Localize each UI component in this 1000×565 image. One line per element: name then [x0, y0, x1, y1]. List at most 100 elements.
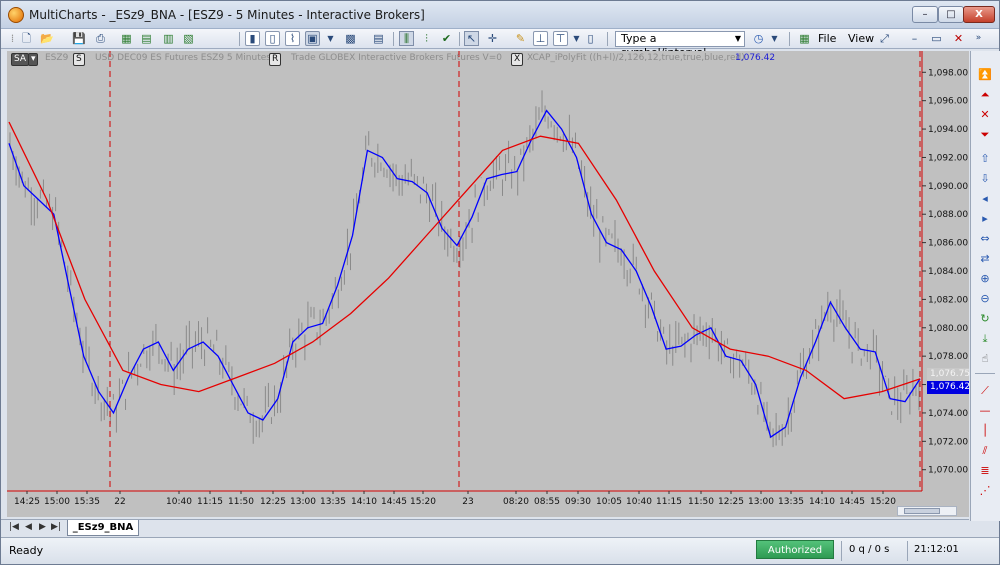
- x-tick-label: 14:10: [351, 497, 377, 507]
- toolbar-overflow-icon[interactable]: »: [971, 31, 986, 46]
- move-right-icon[interactable]: ▸: [977, 211, 993, 226]
- close-button[interactable]: X: [963, 6, 995, 23]
- chart-area[interactable]: 1,070.001,072.001,074.001,076.001,078.00…: [7, 51, 970, 517]
- status-separator: [841, 541, 842, 561]
- ohlc-bars-icon[interactable]: ⫼: [399, 31, 414, 46]
- move-down-icon[interactable]: ⇩: [977, 171, 993, 186]
- auto-scroll-icon[interactable]: ⤓: [977, 331, 993, 346]
- move-up-icon[interactable]: ⇧: [977, 151, 993, 166]
- arrow-cursor-icon[interactable]: ↖: [464, 31, 479, 46]
- comment-icon[interactable]: ✎: [513, 31, 528, 46]
- symbol-interval-input[interactable]: Type a symbol/interval ▼: [615, 31, 745, 59]
- chevron-down-icon[interactable]: ▾: [28, 53, 38, 66]
- close-child-icon[interactable]: ✕: [951, 31, 966, 46]
- last-tab-icon[interactable]: ▶|: [51, 522, 61, 532]
- refresh-icon[interactable]: ↻: [977, 311, 993, 326]
- y-tick-label: 1,088.00: [928, 210, 968, 220]
- cursor-tool-icon[interactable]: ☝: [977, 351, 993, 366]
- last-price-tag: 1,076.42: [927, 381, 970, 394]
- window-layout-icon[interactable]: ▯: [583, 31, 598, 46]
- scroll-top-icon[interactable]: ⏫: [977, 67, 993, 82]
- first-tab-icon[interactable]: |◀: [9, 522, 19, 532]
- x-tick-label: 14:45: [381, 497, 407, 507]
- minimize-child-icon[interactable]: –: [907, 31, 922, 46]
- toolbar-separator: [789, 32, 790, 46]
- next-tab-icon[interactable]: ▶: [39, 522, 46, 532]
- x-tick-label: 12:25: [718, 497, 744, 507]
- scroll-up-icon[interactable]: ⏶: [977, 87, 993, 102]
- portfolio-window-icon[interactable]: ▧: [181, 31, 196, 46]
- minimize-button[interactable]: –: [912, 6, 938, 23]
- file-menu[interactable]: File: [818, 32, 836, 45]
- chevron-down-icon[interactable]: ▼: [323, 31, 338, 46]
- drawing-tools-2-icon[interactable]: ⊤: [553, 31, 568, 46]
- horizontal-line-icon[interactable]: —: [977, 403, 993, 418]
- s-badge[interactable]: S: [73, 53, 85, 66]
- print-icon[interactable]: ⎙: [93, 31, 108, 46]
- trend-line-icon[interactable]: ⟋: [977, 383, 993, 398]
- scrollbar-thumb[interactable]: [904, 508, 940, 514]
- sa-badge[interactable]: SA: [11, 53, 30, 66]
- expand-horizontal-icon[interactable]: ⇔: [977, 231, 993, 246]
- move-left-icon[interactable]: ◂: [977, 191, 993, 206]
- zoom-out-vertical-icon[interactable]: ✕: [977, 107, 993, 122]
- format-icon[interactable]: ▩: [343, 31, 358, 46]
- save-icon[interactable]: 💾: [71, 31, 86, 46]
- chart-background: [7, 51, 969, 517]
- compress-horizontal-icon[interactable]: ⇄: [977, 251, 993, 266]
- y-tick-label: 1,080.00: [928, 324, 968, 334]
- y-tick-label: 1,082.00: [928, 295, 968, 305]
- y-tick-label: 1,092.00: [928, 153, 968, 163]
- r-badge[interactable]: R: [269, 53, 282, 66]
- x-tick-label: 11:50: [228, 497, 254, 507]
- x-tick-label: 08:55: [534, 497, 560, 507]
- zoom-out-icon[interactable]: ⊖: [977, 291, 993, 306]
- candlestick-icon[interactable]: ⫶: [419, 31, 434, 46]
- chart-window-icon[interactable]: ▦: [119, 31, 134, 46]
- check-icon[interactable]: ✔: [439, 31, 454, 46]
- horizontal-scrollbar[interactable]: [897, 506, 957, 516]
- chevron-down-icon[interactable]: ▼: [767, 31, 782, 46]
- data-window-icon[interactable]: ▤: [371, 31, 386, 46]
- drawing-tools-icon[interactable]: ⊥: [533, 31, 548, 46]
- zoom-in-icon[interactable]: ⊕: [977, 271, 993, 286]
- clock-zoom-icon[interactable]: ◷: [751, 31, 766, 46]
- open-icon[interactable]: 📂: [39, 31, 54, 46]
- vertical-line-icon[interactable]: │: [977, 423, 993, 438]
- fibonacci-icon[interactable]: ≣: [977, 463, 993, 478]
- chevron-down-icon[interactable]: ▼: [735, 32, 741, 46]
- price-chart[interactable]: 1,070.001,072.001,074.001,076.001,078.00…: [7, 51, 969, 517]
- x-tick-label: 13:35: [320, 497, 346, 507]
- scroll-down-icon[interactable]: ⏷: [977, 127, 993, 142]
- new-icon[interactable]: 🗋: [19, 31, 34, 46]
- status-bar: Ready Authorized 0 q / 0 s 21:12:01: [1, 537, 999, 564]
- connection-status-badge[interactable]: Authorized: [756, 540, 834, 559]
- x-tick-label: 14:10: [809, 497, 835, 507]
- prev-tab-icon[interactable]: ◀: [25, 522, 32, 532]
- crosshair-icon[interactable]: ✛: [485, 31, 500, 46]
- x-tick-label: 11:15: [197, 497, 223, 507]
- header-indicator-value: 1,076.42: [735, 53, 776, 63]
- maximize-button[interactable]: □: [938, 6, 964, 23]
- channel-icon[interactable]: ⫽: [977, 443, 993, 458]
- workspace-tabbar: |◀ ◀ ▶ ▶| _ESz9_BNA: [1, 519, 969, 537]
- x-tick-label: 14:25: [14, 497, 40, 507]
- restore-child-icon[interactable]: ⤢: [877, 31, 892, 46]
- candle-chart-style-icon[interactable]: ▯: [265, 31, 280, 46]
- line-chart-style-icon[interactable]: ⌇: [285, 31, 300, 46]
- insert-study-icon[interactable]: ▣: [305, 31, 320, 46]
- chevron-down-icon[interactable]: ▼: [569, 31, 584, 46]
- tab-esz9-bna[interactable]: _ESz9_BNA: [67, 520, 139, 536]
- toolbar-separator: [459, 32, 460, 46]
- bar-chart-style-icon[interactable]: ▮: [245, 31, 260, 46]
- multicharts-logo-icon: [8, 7, 24, 23]
- dom-window-icon[interactable]: ▤: [139, 31, 154, 46]
- maximize-child-icon[interactable]: ▭: [929, 31, 944, 46]
- toolbar-separator: [393, 32, 394, 46]
- header-indicator: XCAP_iPolyFit ((h+l)/2,126,12,true,true,…: [527, 53, 745, 63]
- gann-fan-icon[interactable]: ⋰: [977, 483, 993, 498]
- scanner-window-icon[interactable]: ▥: [161, 31, 176, 46]
- view-menu[interactable]: View: [848, 32, 874, 45]
- right-toolbar: ⏫ ⏶ ✕ ⏷ ⇧ ⇩ ◂ ▸ ⇔ ⇄ ⊕ ⊖ ↻ ⤓ ☝ ⟋ — │ ⫽ ≣ …: [970, 51, 1000, 521]
- x-badge[interactable]: X: [511, 53, 524, 66]
